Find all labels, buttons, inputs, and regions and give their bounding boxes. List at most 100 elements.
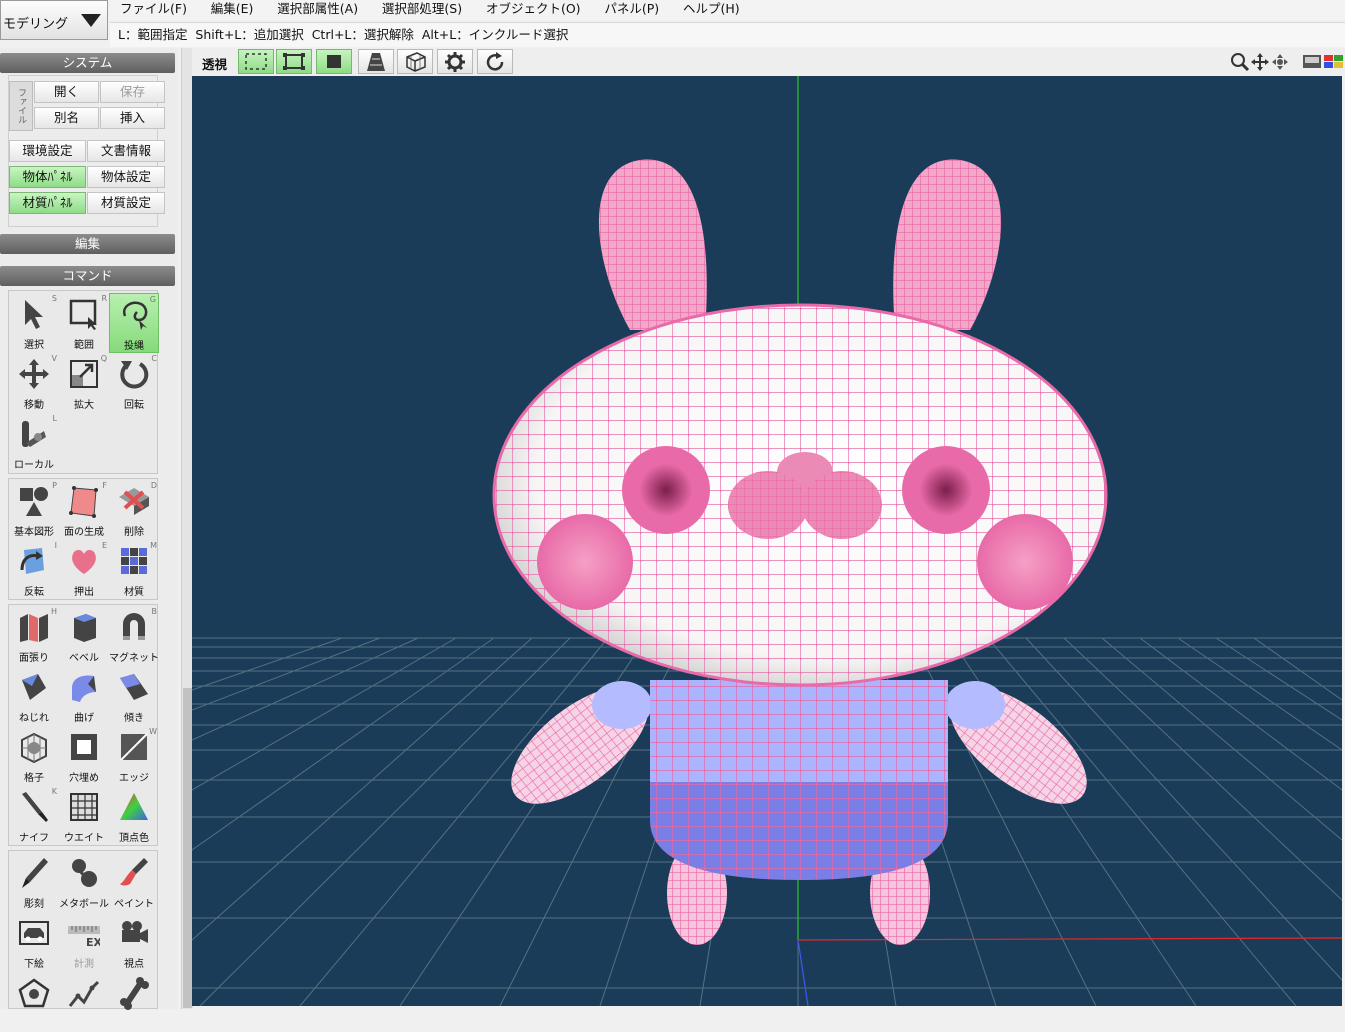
- svg-text:EX: EX: [86, 936, 100, 949]
- system-header[interactable]: システム: [0, 53, 175, 73]
- zoom-icon[interactable]: [1230, 52, 1250, 72]
- menu-object[interactable]: オブジェクト(O): [476, 0, 591, 18]
- 3d-viewport[interactable]: [192, 76, 1342, 1006]
- left-eye: [622, 446, 710, 534]
- knife-icon: [22, 792, 48, 822]
- object-settings-button[interactable]: 物体設定: [87, 166, 165, 188]
- tool-pentagon[interactable]: [9, 972, 59, 1032]
- reset-view-button[interactable]: [477, 49, 513, 74]
- menu-selection-attr[interactable]: 選択部属性(A): [267, 0, 368, 18]
- menu-help[interactable]: ヘルプ(H): [673, 0, 750, 18]
- face-paste-icon: [20, 614, 48, 642]
- tool-rotate[interactable]: C 回転: [109, 353, 159, 413]
- tool-bend[interactable]: 曲げ: [59, 666, 109, 726]
- select-face-button[interactable]: [316, 49, 352, 74]
- material-grid-icon: [121, 548, 147, 574]
- tool-sculpt[interactable]: 彫刻: [9, 852, 59, 912]
- tool-viewpoint[interactable]: 視点: [109, 912, 159, 972]
- scale-icon: [70, 360, 98, 388]
- chevron-down-icon: [81, 14, 101, 27]
- tool-measure[interactable]: EX 計測: [59, 912, 109, 972]
- tool-bevel[interactable]: ベベル: [59, 606, 109, 666]
- tilt-icon: [120, 674, 148, 700]
- mode-label: モデリング: [3, 17, 69, 32]
- save-as-button[interactable]: 別名: [34, 107, 99, 129]
- side-panel: システム ファイル 開く 保存 別名 挿入 環境設定 文書情報 物体ﾊﾟﾈﾙ 物…: [0, 48, 178, 1010]
- left-cheek: [537, 514, 633, 610]
- tool-local[interactable]: L ローカル: [9, 413, 59, 473]
- z-axis-line: [797, 939, 809, 1006]
- menu-file[interactable]: ファイル(F): [110, 0, 197, 18]
- metaball-icon: [72, 859, 97, 887]
- tool-material[interactable]: M 材質: [109, 540, 159, 600]
- tool-knife[interactable]: K ナイフ: [9, 786, 59, 846]
- edit-header[interactable]: 編集: [0, 234, 175, 254]
- edge-icon: [120, 733, 148, 761]
- tool-curve[interactable]: [59, 972, 109, 1032]
- camera-icon: [122, 921, 148, 943]
- tool-edge[interactable]: W エッジ: [109, 726, 159, 786]
- file-tab[interactable]: ファイル: [9, 81, 33, 131]
- command-header[interactable]: コマンド: [0, 266, 175, 286]
- select-vertex-button[interactable]: [238, 49, 274, 74]
- tool-face-gen[interactable]: F 面の生成: [59, 480, 109, 540]
- face-mode-icon: [327, 55, 341, 68]
- open-button[interactable]: 開く: [34, 81, 99, 103]
- tool-move[interactable]: V 移動: [9, 353, 59, 413]
- pan-icon[interactable]: [1250, 52, 1270, 72]
- tool-lattice[interactable]: 格子: [9, 726, 59, 786]
- tool-weight[interactable]: ウエイト: [59, 786, 109, 846]
- select-edge-button[interactable]: [276, 49, 312, 74]
- hint-bar: L：範囲指定 Shift+L：追加選択 Ctrl+L：選択解除 Alt+L：イン…: [110, 22, 1345, 47]
- insert-button[interactable]: 挿入: [100, 107, 165, 129]
- view-layout-icon[interactable]: [1302, 53, 1344, 71]
- doc-info-button[interactable]: 文書情報: [87, 140, 165, 162]
- delete-icon: [119, 488, 149, 515]
- tool-twist[interactable]: ねじれ: [9, 666, 59, 726]
- tool-range[interactable]: R 範囲: [59, 293, 109, 353]
- view-settings-button[interactable]: [437, 49, 473, 74]
- material-settings-button[interactable]: 材質設定: [87, 192, 165, 214]
- env-settings-button[interactable]: 環境設定: [9, 140, 86, 162]
- tool-extrude[interactable]: E 押出: [59, 540, 109, 600]
- pentagon-icon: [18, 978, 50, 1008]
- tool-flip[interactable]: I 反転: [9, 540, 59, 600]
- perspective-button[interactable]: [358, 49, 394, 74]
- vertex-color-icon: [120, 793, 148, 820]
- tool-paint[interactable]: ペイント: [109, 852, 159, 912]
- material-panel-button[interactable]: 材質ﾊﾟﾈﾙ: [9, 192, 86, 214]
- view-toolbar: 透視: [192, 48, 1345, 76]
- menu-panel[interactable]: パネル(P): [594, 0, 669, 18]
- save-button[interactable]: 保存: [100, 81, 165, 103]
- scene-canvas[interactable]: [192, 76, 1342, 1006]
- mode-dropdown[interactable]: モデリング: [0, 0, 108, 40]
- menu-selection-proc[interactable]: 選択部処理(S): [372, 0, 472, 18]
- tool-select[interactable]: S 選択: [9, 293, 59, 353]
- object-panel-button[interactable]: 物体ﾊﾟﾈﾙ: [9, 166, 86, 188]
- orbit-icon[interactable]: [1270, 52, 1290, 72]
- tool-lasso[interactable]: G 投縄: [109, 293, 159, 353]
- tool-metaball[interactable]: メタボール: [59, 852, 109, 912]
- move-arrows-icon: [19, 359, 49, 389]
- perspective-label[interactable]: 透視: [202, 54, 227, 73]
- tool-vertex-color[interactable]: 頂点色: [109, 786, 159, 846]
- tool-primitive[interactable]: P 基本図形: [9, 480, 59, 540]
- hint-text: L：範囲指定 Shift+L：追加選択 Ctrl+L：選択解除 Alt+L：イン…: [118, 27, 569, 42]
- tool-face-paste[interactable]: H 面張り: [9, 606, 59, 666]
- gear-icon: [445, 52, 465, 72]
- menu-edit[interactable]: 編集(E): [201, 0, 264, 18]
- tool-delete[interactable]: D 削除: [109, 480, 159, 540]
- ruler-icon: EX: [68, 926, 100, 949]
- tool-underlay[interactable]: 下絵: [9, 912, 59, 972]
- scrollbar-thumb[interactable]: [183, 688, 192, 1008]
- arrow-cursor-icon: [25, 300, 43, 329]
- tool-magnet[interactable]: B マグネット: [109, 606, 159, 666]
- wireframe-button[interactable]: [397, 49, 433, 74]
- local-coords-icon: [22, 421, 46, 447]
- tool-tilt[interactable]: 傾き: [109, 666, 159, 726]
- tool-scale[interactable]: Q 拡大: [59, 353, 109, 413]
- wireframe-cube-icon: [406, 52, 426, 72]
- tool-hole-fill[interactable]: 穴埋め: [59, 726, 109, 786]
- tool-bone[interactable]: [109, 972, 159, 1032]
- menu-bar: ファイル(F) 編集(E) 選択部属性(A) 選択部処理(S) オブジェクト(O…: [110, 0, 1345, 20]
